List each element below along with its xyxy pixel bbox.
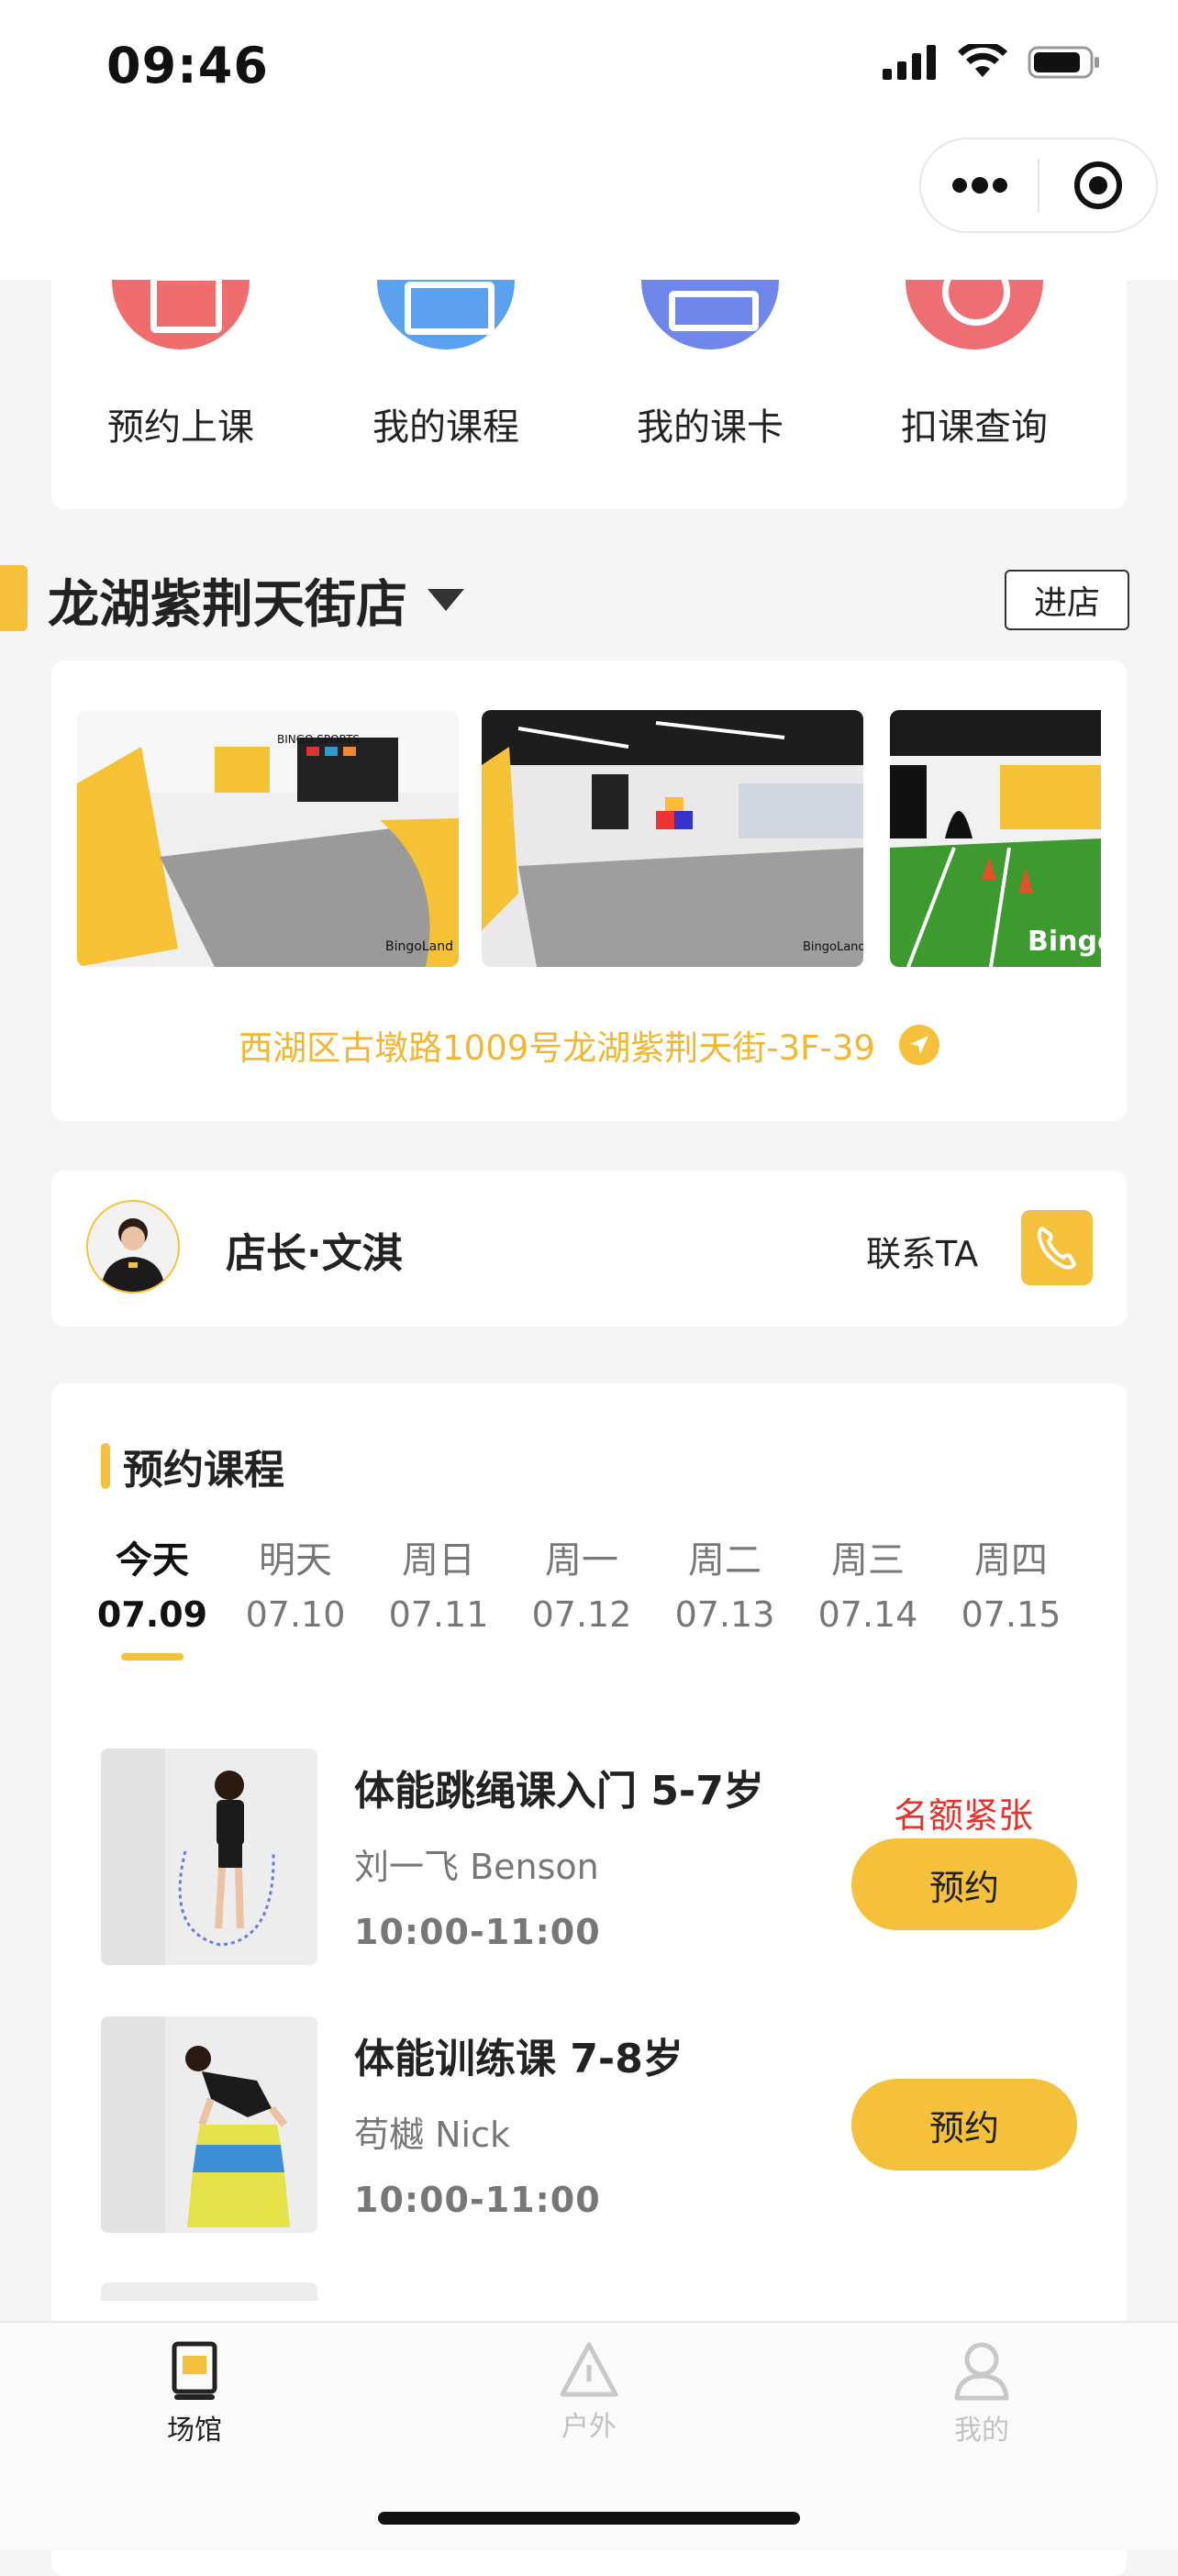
quick-actions-card: 预约上课 我的课程 我的课卡 扣课查询 xyxy=(51,280,1127,509)
call-button[interactable] xyxy=(1021,1210,1093,1285)
avatar xyxy=(86,1200,180,1294)
store-accent-bar xyxy=(0,565,28,631)
course-thumbnail xyxy=(101,2282,317,2301)
store-photo[interactable]: BingoLand xyxy=(482,710,863,967)
day-date: 07.11 xyxy=(388,1594,489,1635)
day-tab[interactable]: 明天 07.10 xyxy=(231,1530,360,1635)
title-accent-bar xyxy=(101,1443,110,1489)
day-tab[interactable]: 周四 07.15 xyxy=(947,1530,1075,1635)
action-label: 扣课查询 xyxy=(901,406,1048,449)
day-weekday: 今天 xyxy=(116,1539,189,1582)
status-time: 09:46 xyxy=(106,37,269,94)
store-photo[interactable]: Bingo xyxy=(890,710,1101,967)
book-icon xyxy=(172,2341,217,2400)
book-button[interactable]: 预约 xyxy=(851,2079,1077,2171)
action-book-class[interactable]: 预约上课 xyxy=(89,280,272,509)
phone-icon xyxy=(1037,1227,1076,1270)
day-date: 07.12 xyxy=(531,1594,632,1635)
action-label: 预约上课 xyxy=(107,406,254,449)
signal-icon xyxy=(883,45,936,80)
day-date: 07.14 xyxy=(817,1594,918,1635)
day-weekday: 周三 xyxy=(831,1539,905,1582)
section-title-text: 预约课程 xyxy=(123,1447,284,1493)
navigation-icon[interactable] xyxy=(898,1025,939,1065)
course-thumbnail xyxy=(101,2016,317,2233)
tab-label: 场馆 xyxy=(167,2415,222,2447)
day-weekday: 周一 xyxy=(545,1539,618,1582)
action-label: 我的课卡 xyxy=(637,406,783,449)
action-deduction-query[interactable]: 扣课查询 xyxy=(883,280,1066,509)
svg-text:BingoLand: BingoLand xyxy=(385,939,453,954)
day-weekday: 周二 xyxy=(688,1539,761,1582)
svg-text:BingoLand: BingoLand xyxy=(803,940,863,954)
store-manager-card: 店长·文淇 联系TA xyxy=(51,1171,1127,1327)
course-title: 体能训练课 7-8岁 xyxy=(354,2036,683,2082)
course-thumbnail xyxy=(101,1749,317,1965)
contact-label[interactable]: 联系TA xyxy=(866,1226,978,1276)
svg-text:Bingo: Bingo xyxy=(1028,926,1101,958)
store-selector[interactable]: 龙湖紫荆天街店 xyxy=(48,563,464,638)
section-title: 预约课程 xyxy=(101,1437,284,1495)
course-time: 10:00-11:00 xyxy=(354,1912,601,1952)
profile-icon xyxy=(954,2342,1009,2401)
wifi-icon xyxy=(958,44,1007,77)
day-tab[interactable]: 周一 07.12 xyxy=(517,1530,646,1635)
more-dots-icon xyxy=(951,177,1007,194)
course-item[interactable] xyxy=(101,2282,1083,2301)
store-address-row[interactable]: 西湖区古墩路1009号龙湖紫荆天街-3F-39 xyxy=(51,1020,1127,1070)
card-icon xyxy=(641,280,779,350)
day-tab[interactable]: 周三 07.14 xyxy=(804,1530,932,1635)
action-my-courses[interactable]: 我的课程 xyxy=(354,280,538,509)
day-date: 07.13 xyxy=(674,1594,775,1635)
course-time: 10:00-11:00 xyxy=(354,2180,601,2220)
action-label: 我的课程 xyxy=(372,406,519,449)
course-card-icon xyxy=(377,280,515,350)
active-day-indicator xyxy=(121,1653,183,1660)
course-coach: 苟樾 Nick xyxy=(354,2115,510,2155)
day-date: 07.15 xyxy=(961,1594,1061,1635)
status-icons xyxy=(883,44,1101,81)
day-date: 07.10 xyxy=(245,1594,346,1635)
day-weekday: 周四 xyxy=(974,1539,1048,1582)
day-weekday: 明天 xyxy=(259,1539,332,1582)
caret-down-icon xyxy=(428,588,464,611)
store-photo[interactable]: BINGO SPORTS BingoLand xyxy=(77,710,459,967)
course-item[interactable]: 体能跳绳课入门 5-7岁 刘一飞 Benson 10:00-11:00 名额紧张… xyxy=(101,1749,1083,1965)
more-button[interactable] xyxy=(921,139,1038,231)
day-date: 07.09 xyxy=(96,1594,208,1635)
tent-icon xyxy=(560,2342,618,2397)
calendar-icon xyxy=(112,280,250,350)
enter-store-button[interactable]: 进店 xyxy=(1005,570,1129,630)
limited-seats-badge: 名额紧张 xyxy=(894,1795,1034,1836)
target-close-icon xyxy=(1073,161,1122,209)
store-name: 龙湖紫荆天街店 xyxy=(48,575,407,635)
close-button[interactable] xyxy=(1039,139,1156,231)
tab-label: 我的 xyxy=(954,2415,1009,2447)
course-item[interactable]: 体能训练课 7-8岁 苟樾 Nick 10:00-11:00 预约 xyxy=(101,2016,1083,2233)
tab-venue[interactable]: 场馆 xyxy=(103,2341,286,2448)
day-tab-today[interactable]: 今天 07.09 xyxy=(88,1530,217,1660)
day-tab[interactable]: 周日 07.11 xyxy=(374,1530,503,1635)
home-indicator xyxy=(378,2512,800,2525)
mini-program-capsule xyxy=(919,138,1158,233)
tab-mine[interactable]: 我的 xyxy=(890,2341,1073,2448)
action-my-cards[interactable]: 我的课卡 xyxy=(618,280,802,509)
top-bar: 09:46 xyxy=(0,0,1178,280)
tab-outdoor[interactable]: 户外 xyxy=(497,2341,681,2444)
day-tab[interactable]: 周二 07.13 xyxy=(661,1530,789,1635)
course-title: 体能跳绳课入门 5-7岁 xyxy=(354,1768,764,1815)
manager-name: 店长·文淇 xyxy=(226,1230,403,1277)
tab-label: 户外 xyxy=(561,2411,617,2443)
course-coach: 刘一飞 Benson xyxy=(354,1847,599,1887)
book-button[interactable]: 预约 xyxy=(851,1838,1077,1930)
svg-text:BINGO SPORTS: BINGO SPORTS xyxy=(277,733,360,746)
day-weekday: 周日 xyxy=(402,1539,475,1582)
search-record-icon xyxy=(906,280,1043,350)
store-address: 西湖区古墩路1009号龙湖紫荆天街-3F-39 xyxy=(239,1028,875,1068)
store-gallery-card: BINGO SPORTS BingoLand BingoLand Bing 西湖… xyxy=(51,661,1127,1121)
battery-icon xyxy=(1028,46,1099,79)
